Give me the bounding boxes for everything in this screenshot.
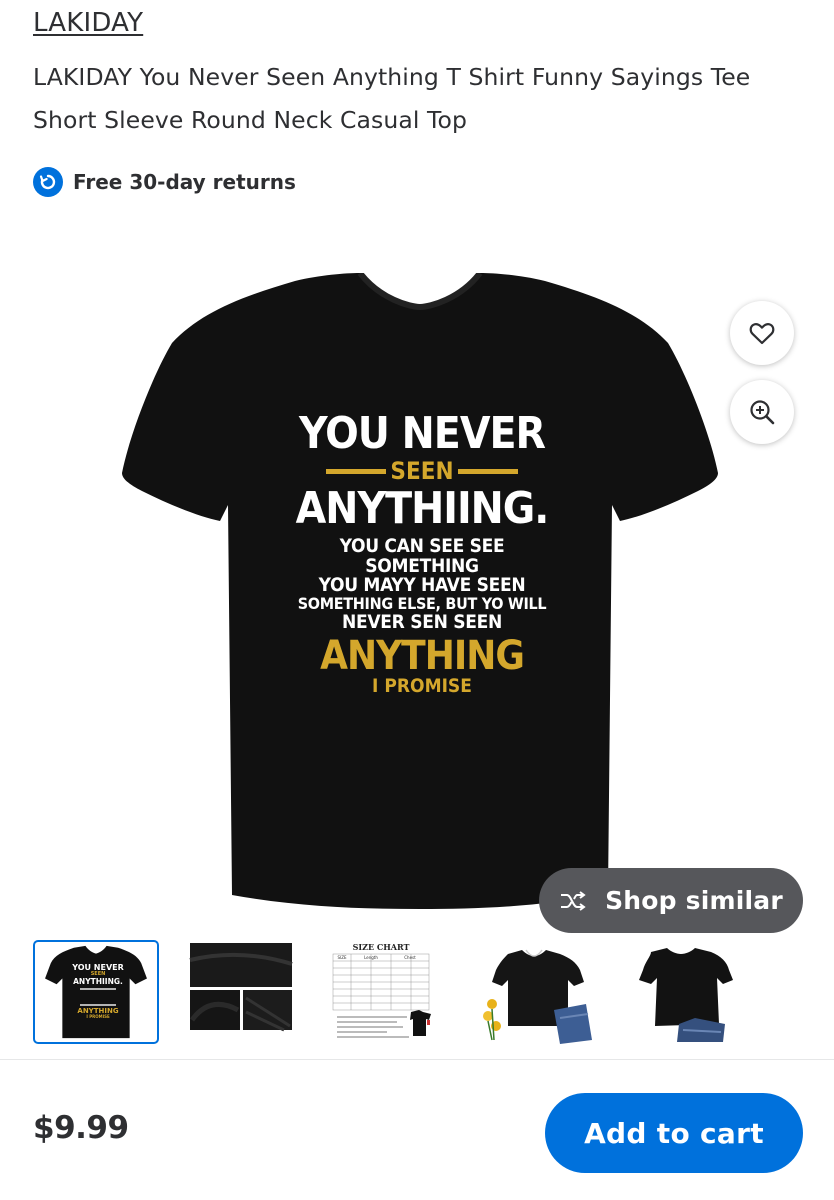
print-line-10: I PROMISE — [372, 675, 472, 698]
print-bar-right — [457, 469, 518, 475]
product-title: LAKIDAY You Never Seen Anything T Shirt … — [33, 63, 751, 134]
zoom-button[interactable] — [730, 380, 794, 444]
bottom-divider — [0, 1059, 834, 1060]
thumbnail-4-flatlay — [474, 940, 600, 1044]
print-line-2: SEEN — [390, 457, 454, 486]
thumbnail-4[interactable] — [474, 940, 600, 1044]
returns-text: Free 30-day returns — [73, 170, 296, 194]
shop-similar-button[interactable]: Shop similar — [539, 868, 803, 933]
returns-icon — [33, 167, 63, 197]
print-line-4: YOU CAN SEE SEE — [339, 534, 505, 557]
returns-badge: Free 30-day returns — [33, 166, 296, 198]
add-to-cart-button[interactable]: Add to cart — [545, 1093, 803, 1173]
print-seen-row: SEEN — [282, 457, 562, 486]
thumbnail-5[interactable] — [621, 940, 747, 1044]
brand-link[interactable]: LAKIDAY — [33, 8, 143, 38]
size-chart-col-size: SIZE — [337, 955, 347, 960]
print-line-9: ANYTHING — [320, 633, 525, 680]
print-line-8: NEVER SEN SEEN — [341, 611, 503, 634]
thumbnail-strip: YOU NEVER SEEN ANYTHIING. ANYTHING I PRO… — [0, 940, 834, 1050]
thumbnail-5-flatlay — [621, 940, 747, 1044]
price: $9.99 — [33, 1110, 129, 1146]
thumbnail-1[interactable]: YOU NEVER SEEN ANYTHIING. ANYTHING I PRO… — [33, 940, 159, 1044]
thumbnail-3[interactable]: SIZE CHART SIZE Length Chest — [327, 940, 453, 1044]
print-line-3: ANYTHIING. — [295, 483, 550, 535]
size-chart-header: SIZE Length Chest — [333, 955, 429, 960]
shop-similar-label: Shop similar — [605, 886, 783, 915]
shirt-print: YOU NEVER SEEN ANYTHIING. YOU CAN SEE SE… — [282, 408, 562, 698]
thumbnail-2[interactable] — [180, 940, 306, 1044]
print-line-5: SOMETHING — [365, 554, 479, 577]
thumb-print-line-5: I PROMISE — [86, 1013, 110, 1019]
print-bar-left — [326, 469, 387, 475]
favorite-button[interactable] — [730, 301, 794, 365]
heart-icon — [749, 323, 775, 345]
shuffle-icon — [561, 890, 586, 911]
zoom-in-icon — [750, 400, 775, 425]
size-chart-col-length: Length — [364, 955, 378, 960]
main-product-image[interactable]: YOU NEVER SEEN ANYTHIING. YOU CAN SEE SE… — [72, 233, 764, 923]
thumb-print-line-3: ANYTHIING. — [73, 976, 123, 986]
print-line-6: YOU MAYY HAVE SEEN — [318, 574, 526, 597]
print-line-1: YOU NEVER — [299, 408, 546, 459]
size-chart-col-chest: Chest — [404, 955, 416, 960]
thumb-print-lines — [80, 987, 116, 1006]
size-chart-title: SIZE CHART — [352, 942, 410, 952]
thumbnail-1-print: YOU NEVER SEEN ANYTHIING. ANYTHING I PRO… — [71, 963, 125, 1019]
thumbnail-2-fabric — [189, 943, 293, 1032]
